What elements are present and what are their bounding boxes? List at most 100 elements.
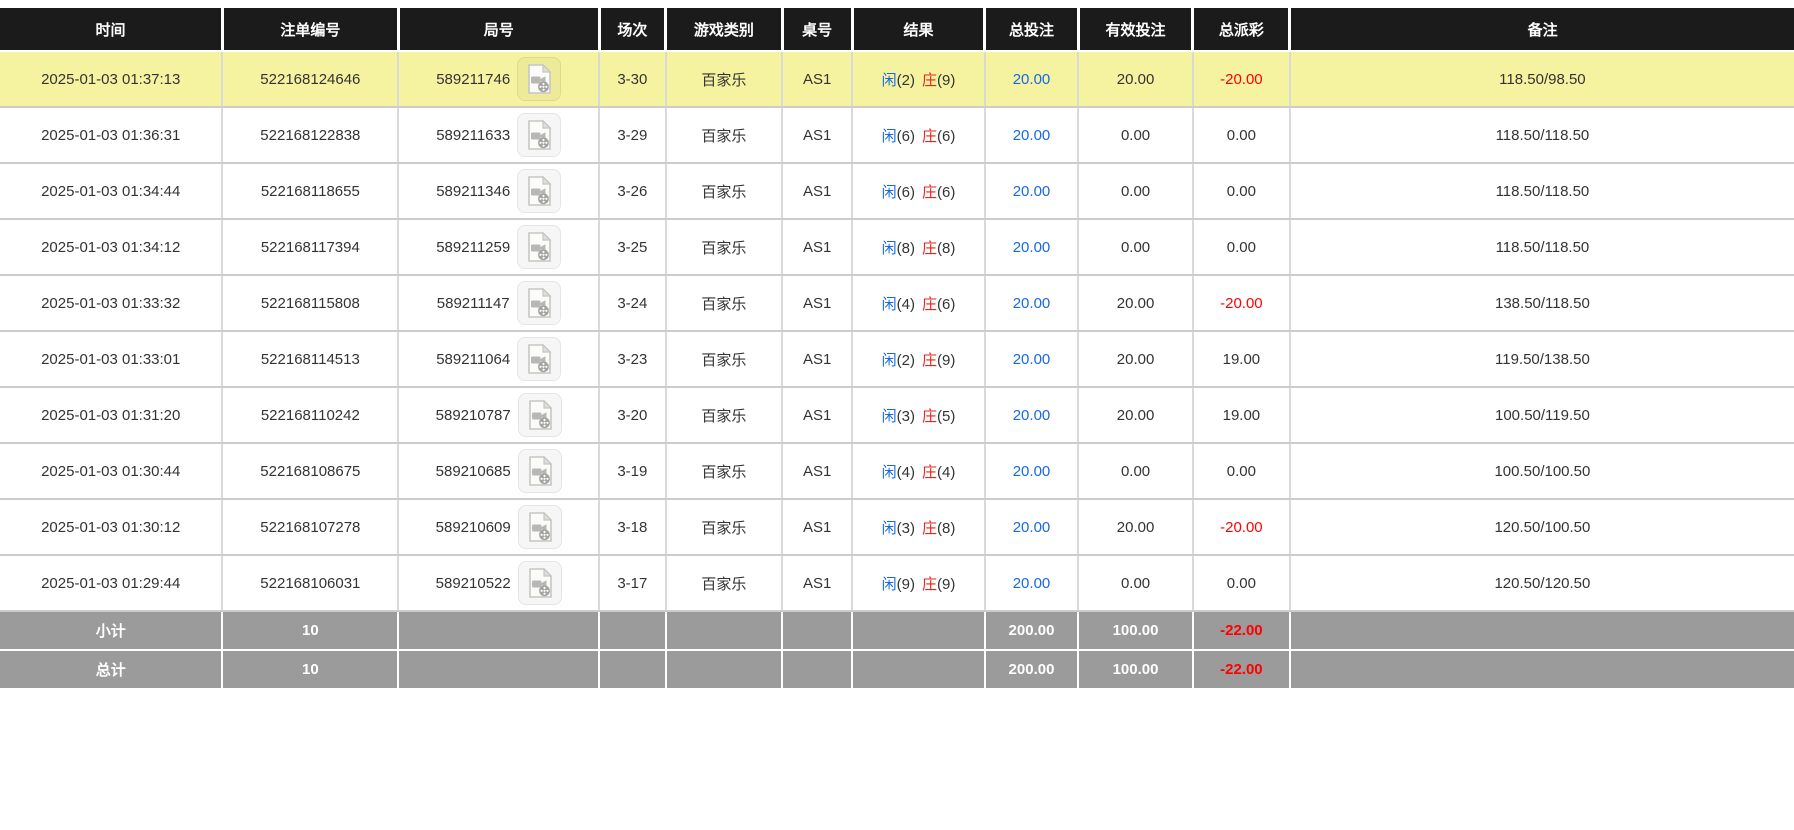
table-row: 2025-01-03 01:33:32 522168115808 5892111… bbox=[0, 275, 1794, 332]
result-player-score: (2) bbox=[896, 351, 915, 369]
cell-game-type: 百家乐 bbox=[665, 163, 784, 220]
round-number: 589211064 bbox=[436, 350, 511, 368]
cell-result: 闲(3) 庄(5) bbox=[852, 387, 986, 444]
result-banker-score: (6) bbox=[937, 295, 956, 313]
video-replay-button[interactable] bbox=[517, 393, 562, 437]
cell-result: 闲(6) 庄(6) bbox=[852, 107, 986, 164]
video-replay-button[interactable] bbox=[517, 337, 562, 381]
cell-bet-id: 522168122838 bbox=[222, 107, 400, 164]
cell-payout: -20.00 bbox=[1192, 275, 1291, 332]
total-bet-link[interactable]: 20.00 bbox=[1013, 519, 1051, 536]
result-banker-label: 庄 bbox=[921, 575, 937, 593]
result-banker-score: (4) bbox=[937, 463, 956, 481]
empty-cell bbox=[599, 610, 667, 651]
cell-total-bet: 20.00 bbox=[984, 163, 1080, 220]
total-bet-link[interactable]: 20.00 bbox=[1013, 575, 1051, 592]
empty-cell bbox=[1289, 649, 1794, 690]
video-replay-icon bbox=[528, 63, 552, 94]
video-replay-button[interactable] bbox=[517, 225, 562, 269]
cell-bet-id: 522168118655 bbox=[222, 163, 400, 220]
table-row: 2025-01-03 01:36:31 522168122838 5892116… bbox=[0, 107, 1794, 164]
cell-remark: 118.50/98.50 bbox=[1289, 51, 1794, 108]
total-bet-link[interactable]: 20.00 bbox=[1013, 407, 1051, 424]
cell-valid-bet: 0.00 bbox=[1078, 219, 1194, 276]
cell-session: 3-17 bbox=[599, 555, 667, 612]
result-banker-label: 庄 bbox=[921, 407, 937, 425]
video-replay-button[interactable] bbox=[517, 561, 562, 605]
result-player-label: 闲 bbox=[881, 295, 897, 313]
cell-table-no: AS1 bbox=[782, 163, 854, 220]
subtotal-valid-bet: 100.00 bbox=[1078, 610, 1194, 651]
cell-table-no: AS1 bbox=[782, 555, 854, 612]
total-bet-link[interactable]: 20.00 bbox=[1013, 351, 1051, 368]
result-player-label: 闲 bbox=[881, 71, 897, 89]
result-player-label: 闲 bbox=[881, 575, 897, 593]
result-banker-label: 庄 bbox=[921, 519, 937, 537]
table-row: 2025-01-03 01:31:20 522168110242 5892107… bbox=[0, 387, 1794, 444]
subtotal-row: 小计 10 200.00 100.00 -22.00 bbox=[0, 610, 1794, 651]
result-banker-score: (9) bbox=[937, 351, 956, 369]
cell-session: 3-23 bbox=[599, 331, 667, 388]
cell-payout: 0.00 bbox=[1192, 219, 1291, 276]
video-replay-button[interactable] bbox=[517, 57, 562, 101]
result-player-score: (4) bbox=[896, 463, 915, 481]
total-bet-link[interactable]: 20.00 bbox=[1013, 127, 1051, 144]
result-player-label: 闲 bbox=[881, 351, 897, 369]
empty-cell bbox=[599, 649, 667, 690]
video-replay-button[interactable] bbox=[517, 169, 562, 213]
cell-result: 闲(3) 庄(8) bbox=[852, 499, 986, 556]
cell-payout: -20.00 bbox=[1192, 51, 1291, 108]
cell-valid-bet: 0.00 bbox=[1078, 555, 1194, 612]
cell-time: 2025-01-03 01:37:13 bbox=[0, 51, 224, 108]
result-player-label: 闲 bbox=[881, 183, 897, 201]
total-bet-link[interactable]: 20.00 bbox=[1013, 183, 1051, 200]
cell-time: 2025-01-03 01:31:20 bbox=[0, 387, 224, 444]
total-bet-link[interactable]: 20.00 bbox=[1013, 71, 1051, 88]
cell-table-no: AS1 bbox=[782, 107, 854, 164]
result-banker-label: 庄 bbox=[921, 239, 937, 257]
cell-remark: 120.50/120.50 bbox=[1289, 555, 1794, 612]
empty-cell bbox=[398, 610, 601, 651]
cell-total-bet: 20.00 bbox=[984, 443, 1080, 500]
round-number: 589211633 bbox=[436, 126, 511, 144]
total-bet-link[interactable]: 20.00 bbox=[1013, 295, 1051, 312]
result-player-score: (4) bbox=[896, 295, 915, 313]
cell-game-type: 百家乐 bbox=[665, 331, 784, 388]
cell-time: 2025-01-03 01:29:44 bbox=[0, 555, 224, 612]
total-bet-link[interactable]: 20.00 bbox=[1013, 239, 1051, 256]
cell-session: 3-30 bbox=[599, 51, 667, 108]
result-player-label: 闲 bbox=[881, 463, 897, 481]
video-replay-button[interactable] bbox=[517, 113, 562, 157]
cell-remark: 118.50/118.50 bbox=[1289, 219, 1794, 276]
col-header-payout: 总派彩 bbox=[1192, 8, 1292, 52]
cell-total-bet: 20.00 bbox=[984, 219, 1080, 276]
video-replay-icon bbox=[528, 343, 552, 374]
cell-bet-id: 522168110242 bbox=[222, 387, 400, 444]
cell-remark: 120.50/100.50 bbox=[1289, 499, 1794, 556]
video-replay-button[interactable] bbox=[517, 449, 562, 493]
cell-payout: 19.00 bbox=[1192, 387, 1291, 444]
video-replay-button[interactable] bbox=[517, 505, 562, 549]
bet-history-page: 时间 注单编号 局号 场次 游戏类别 桌号 结果 总投注 有效投注 总派彩 备注… bbox=[0, 0, 1794, 690]
cell-bet-id: 522168117394 bbox=[222, 219, 400, 276]
round-number: 589211147 bbox=[436, 294, 510, 312]
cell-result: 闲(2) 庄(9) bbox=[852, 331, 986, 388]
result-player-label: 闲 bbox=[881, 127, 897, 145]
result-banker-score: (8) bbox=[937, 239, 956, 257]
cell-valid-bet: 20.00 bbox=[1078, 275, 1194, 332]
result-player-label: 闲 bbox=[881, 407, 897, 425]
video-replay-icon bbox=[528, 119, 552, 150]
cell-table-no: AS1 bbox=[782, 499, 854, 556]
cell-round: 589211147 bbox=[398, 275, 601, 332]
cell-round: 589210609 bbox=[398, 499, 601, 556]
table-row: 2025-01-03 01:34:44 522168118655 5892113… bbox=[0, 163, 1794, 220]
cell-total-bet: 20.00 bbox=[984, 555, 1080, 612]
total-bet-link[interactable]: 20.00 bbox=[1013, 463, 1051, 480]
cell-round: 589210787 bbox=[398, 387, 601, 444]
cell-payout: 0.00 bbox=[1192, 555, 1291, 612]
cell-table-no: AS1 bbox=[782, 387, 854, 444]
cell-bet-id: 522168106031 bbox=[222, 555, 400, 612]
video-replay-button[interactable] bbox=[516, 281, 561, 325]
cell-remark: 138.50/118.50 bbox=[1289, 275, 1794, 332]
cell-total-bet: 20.00 bbox=[984, 499, 1080, 556]
